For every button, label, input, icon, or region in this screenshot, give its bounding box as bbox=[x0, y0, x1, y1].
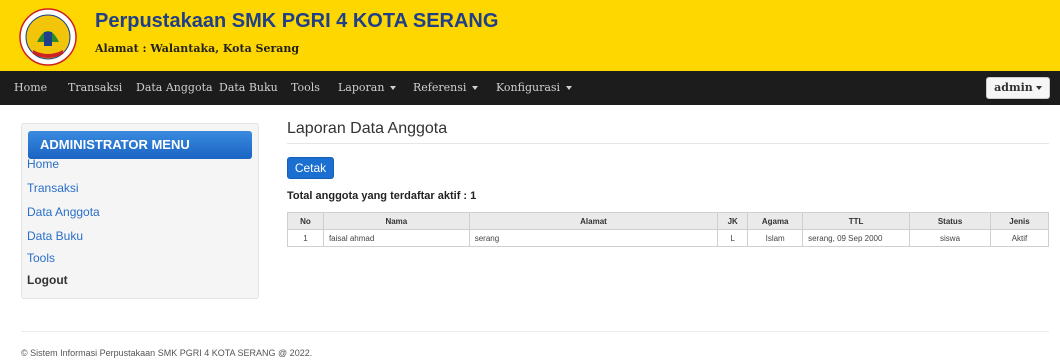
nav-transaksi-label: Transaksi bbox=[68, 81, 123, 94]
col-header-status: Status bbox=[909, 212, 991, 230]
nav-data-anggota-label: Data Anggota bbox=[136, 81, 213, 94]
col-header-ttl: TTL bbox=[802, 212, 911, 230]
nav-data-buku[interactable]: Data Buku bbox=[219, 71, 278, 105]
nav-konfigurasi-label: Konfigurasi bbox=[496, 81, 561, 94]
page-title: Laporan Data Anggota bbox=[287, 120, 448, 137]
col-header-no: No bbox=[287, 212, 324, 230]
nav-transaksi[interactable]: Transaksi bbox=[68, 71, 122, 105]
title-divider bbox=[287, 143, 1049, 144]
cell-ttl: serang, 09 Sep 2000 bbox=[802, 229, 911, 247]
nav-tools-label: Tools bbox=[291, 81, 320, 94]
user-menu-button[interactable]: admin bbox=[986, 77, 1050, 99]
nav-referensi-dropdown[interactable]: Referensi bbox=[413, 71, 479, 105]
cell-jk: L bbox=[717, 229, 749, 247]
sidebar-item-data-buku[interactable]: Data Buku bbox=[27, 229, 83, 243]
col-header-alamat: Alamat bbox=[468, 212, 719, 230]
chevron-down-icon bbox=[566, 86, 573, 90]
nav-tools[interactable]: Tools bbox=[291, 71, 320, 105]
footer-copyright: © Sistem Informasi Perpustakaan SMK PGRI… bbox=[21, 348, 313, 358]
nav-home-label: Home bbox=[14, 81, 48, 94]
site-header: Perpustakaan SMK PGRI 4 KOTA SERANG Alam… bbox=[0, 0, 1060, 71]
nav-home[interactable]: Home bbox=[14, 71, 47, 105]
school-logo bbox=[19, 8, 77, 66]
print-button[interactable]: Cetak bbox=[287, 157, 334, 179]
chevron-down-icon bbox=[1035, 86, 1042, 90]
site-address: Alamat : Walantaka, Kota Serang bbox=[95, 42, 300, 55]
col-header-jk: JK bbox=[717, 212, 749, 230]
cell-alamat: serang bbox=[468, 229, 719, 247]
nav-konfigurasi-dropdown[interactable]: Konfigurasi bbox=[496, 71, 573, 105]
nav-laporan-label: Laporan bbox=[338, 81, 385, 94]
cell-jenis: Aktif bbox=[989, 229, 1050, 247]
cell-agama: Islam bbox=[747, 229, 804, 247]
nav-data-anggota[interactable]: Data Anggota bbox=[136, 71, 213, 105]
sidebar-item-tools[interactable]: Tools bbox=[27, 251, 55, 265]
user-name: admin bbox=[994, 81, 1033, 94]
footer-divider bbox=[21, 331, 1049, 332]
sidebar-item-home[interactable]: Home bbox=[27, 157, 59, 171]
nav-data-buku-label: Data Buku bbox=[219, 81, 278, 94]
nav-referensi-label: Referensi bbox=[413, 81, 467, 94]
sidebar-item-transaksi[interactable]: Transaksi bbox=[27, 181, 79, 195]
site-title: Perpustakaan SMK PGRI 4 KOTA SERANG bbox=[95, 10, 499, 32]
sidebar-item-logout[interactable]: Logout bbox=[27, 273, 68, 287]
col-header-agama: Agama bbox=[747, 212, 804, 230]
active-member-summary: Total anggota yang terdaftar aktif : 1 bbox=[287, 190, 477, 202]
cell-status: siswa bbox=[909, 229, 991, 247]
member-report-table: No Nama Alamat JK Agama TTL Status Jenis… bbox=[287, 212, 1050, 247]
col-header-nama: Nama bbox=[322, 212, 470, 230]
table-row: 1 faisal ahmad serang L Islam serang, 09… bbox=[287, 229, 1050, 247]
nav-laporan-dropdown[interactable]: Laporan bbox=[338, 71, 397, 105]
col-header-jenis: Jenis bbox=[989, 212, 1050, 230]
sidebar-item-data-anggota[interactable]: Data Anggota bbox=[27, 205, 100, 219]
table-header-row: No Nama Alamat JK Agama TTL Status Jenis bbox=[287, 212, 1050, 230]
cell-nama: faisal ahmad bbox=[322, 229, 470, 247]
chevron-down-icon bbox=[472, 86, 479, 90]
top-navbar: Home Transaksi Data Anggota Data Buku To… bbox=[0, 71, 1060, 105]
chevron-down-icon bbox=[390, 86, 397, 90]
sidebar-heading: ADMINISTRATOR MENU bbox=[28, 131, 252, 159]
cell-no: 1 bbox=[287, 229, 324, 247]
